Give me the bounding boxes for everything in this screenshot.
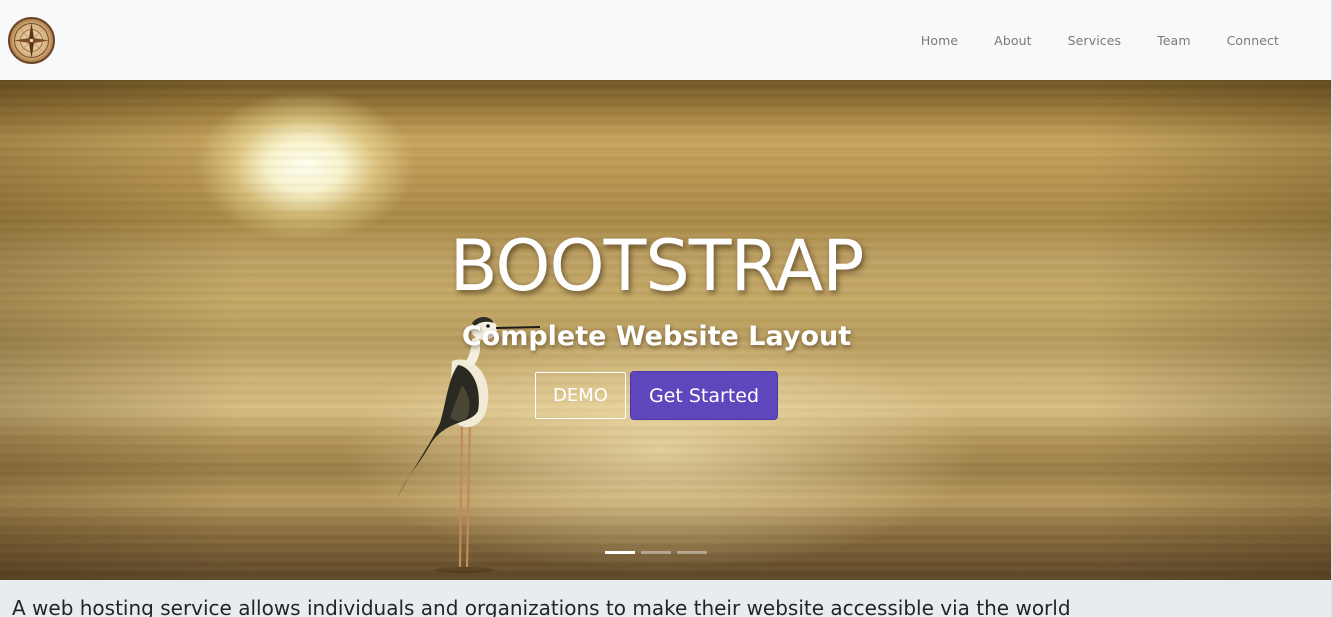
demo-button[interactable]: DEMO — [535, 372, 626, 419]
carousel-indicator-3[interactable] — [677, 551, 707, 554]
get-started-button[interactable]: Get Started — [630, 371, 778, 420]
carousel-indicator-2[interactable] — [641, 551, 671, 554]
carousel-indicator-1[interactable] — [605, 551, 635, 554]
carousel-indicators — [605, 551, 707, 554]
nav-link-services[interactable]: Services — [1050, 33, 1140, 48]
nav-link-home[interactable]: Home — [903, 33, 976, 48]
nav-link-about[interactable]: About — [976, 33, 1049, 48]
hero-carousel: BOOTSTRAP Complete Website Layout DEMO G… — [0, 80, 1331, 580]
nav-links: Home About Services Team Connect — [903, 0, 1297, 80]
hero-subtitle: Complete Website Layout — [461, 321, 852, 352]
compass-logo-icon[interactable] — [8, 17, 55, 64]
nav-link-connect[interactable]: Connect — [1209, 33, 1297, 48]
top-navbar: Home About Services Team Connect — [0, 0, 1333, 80]
nav-link-team[interactable]: Team — [1139, 33, 1208, 48]
hero-title: BOOTSTRAP — [449, 225, 865, 307]
intro-paragraph: A web hosting service allows individuals… — [12, 596, 1071, 617]
